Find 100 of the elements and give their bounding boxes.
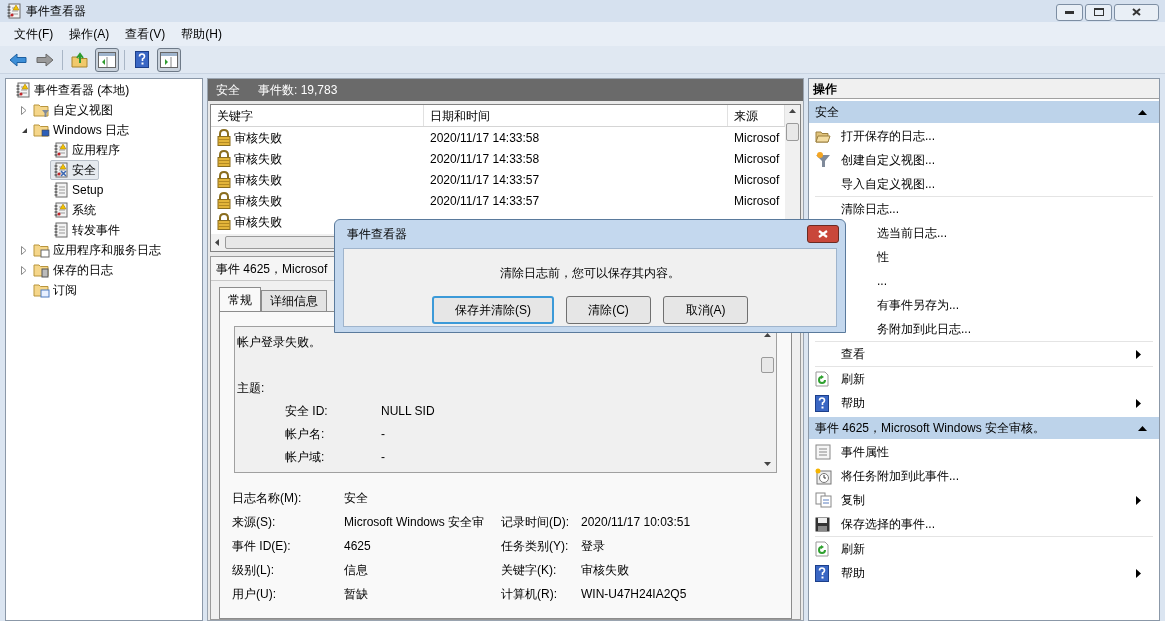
property-value: 审核失败 <box>581 562 629 579</box>
action-item[interactable]: 清除日志... <box>815 197 1153 221</box>
event-description: 帐户登录失败。 <box>237 334 322 351</box>
collapsed-arrow-icon[interactable] <box>21 245 27 255</box>
window-folder-icon <box>33 242 50 258</box>
action-item[interactable]: 复制 <box>815 488 1153 512</box>
action-item[interactable]: 刷新 <box>815 367 1153 391</box>
property-label: 事件 ID(E): <box>232 538 292 555</box>
property-value: WIN-U47H24IA2Q5 <box>581 586 687 603</box>
menu-item[interactable]: 文件(F) <box>6 25 62 43</box>
tab[interactable]: 详细信息 <box>261 290 327 311</box>
submenu-arrow-icon <box>1136 495 1141 505</box>
tree-item[interactable]: 保存的日志 <box>30 260 116 280</box>
collapse-arrow-icon[interactable] <box>1138 425 1147 431</box>
tree-item[interactable]: 应用程序 <box>50 140 123 160</box>
property-label: 用户(U): <box>232 586 277 603</box>
lock-icon <box>217 129 231 146</box>
maximize-icon <box>1093 8 1104 16</box>
tree-item[interactable]: Windows 日志 <box>30 120 132 140</box>
property-label: 日志名称(M): <box>232 490 303 507</box>
property-value: 安全 <box>344 491 368 505</box>
submenu-arrow-icon <box>1136 398 1141 408</box>
date-cell: 2020/11/17 14:33:57 <box>430 193 540 208</box>
event-viewer-icon <box>15 82 31 98</box>
log-name: 安全 <box>216 82 240 99</box>
property-label: 任务类别(Y): <box>501 538 570 555</box>
warning-log-icon <box>53 142 69 158</box>
tree-item[interactable]: Setup <box>50 180 107 200</box>
section-header[interactable]: 事件 4625，Microsoft Windows 安全审核。 <box>809 417 1159 439</box>
back-arrow-icon <box>9 52 27 67</box>
minimize-icon <box>1065 10 1074 14</box>
field-label: 帐户域: <box>285 449 326 466</box>
action-item[interactable]: 查看 <box>815 342 1153 366</box>
expanded-arrow-icon[interactable] <box>20 126 28 134</box>
scrollbar-thumb[interactable] <box>786 123 800 141</box>
action-item[interactable]: 刷新 <box>815 537 1153 561</box>
dialog-button[interactable]: 清除(C) <box>566 296 651 324</box>
collapsed-arrow-icon[interactable] <box>21 265 27 275</box>
column-header[interactable]: 关键字 <box>211 105 424 126</box>
menu-item[interactable]: 查看(V) <box>117 25 174 43</box>
refresh-icon <box>815 371 829 387</box>
submenu-arrow-icon <box>1136 349 1141 359</box>
property-label: 级别(L): <box>232 562 275 579</box>
action-item[interactable]: 帮助 <box>815 561 1153 585</box>
action-item[interactable]: 打开保存的日志... <box>815 124 1153 148</box>
action-item[interactable]: 保存选择的事件... <box>815 512 1153 536</box>
dialog-message: 清除日志前，您可以保存其内容。 <box>500 265 680 282</box>
properties-icon <box>815 444 831 460</box>
tree-item[interactable]: 应用程序和服务日志 <box>30 240 164 260</box>
tab[interactable]: 常规 <box>219 287 261 311</box>
filter-folder-icon <box>33 102 50 118</box>
collapsed-arrow-icon[interactable] <box>21 105 27 115</box>
action-item[interactable]: 帮助 <box>815 391 1153 415</box>
source-cell: Microsof <box>734 130 780 145</box>
lock-icon <box>217 192 231 209</box>
keyword-cell-text: 审核失败 <box>234 192 282 210</box>
forward-arrow-icon <box>36 52 54 67</box>
action-item[interactable]: 事件属性 <box>815 440 1153 464</box>
keyword-cell-text: 审核失败 <box>234 150 282 168</box>
scrollbar-thumb[interactable] <box>761 356 774 373</box>
copy-icon <box>815 492 832 508</box>
dialog-button[interactable]: 取消(A) <box>663 296 748 324</box>
tree-item[interactable]: 订阅 <box>30 280 80 300</box>
minimize-button[interactable] <box>1056 3 1083 21</box>
scroll-up-icon <box>789 109 797 113</box>
menu-item[interactable]: 操作(A) <box>61 25 118 43</box>
close-button[interactable] <box>1114 3 1159 21</box>
action-item[interactable]: 创建自定义视图... <box>815 148 1153 172</box>
maximize-button[interactable] <box>1085 3 1112 21</box>
toolbar-button[interactable] <box>157 47 181 72</box>
property-label: 关键字(K): <box>501 562 558 579</box>
property-label: 记录时间(D): <box>501 514 570 531</box>
section-header[interactable]: 安全 <box>809 101 1159 123</box>
column-header[interactable]: 日期和时间 <box>424 105 728 126</box>
dialog-button[interactable]: 保存并清除(S) <box>432 296 554 324</box>
tree-item[interactable]: 系统 <box>50 200 99 220</box>
window-title: 事件查看器 <box>26 3 86 20</box>
log-icon <box>53 182 69 198</box>
actions-header: 操作 <box>809 79 1159 99</box>
close-button[interactable] <box>807 225 839 243</box>
lock-icon <box>217 171 231 188</box>
security-log-icon <box>53 162 69 178</box>
property-label: 来源(S): <box>232 514 277 531</box>
property-value: Microsoft Windows 安全审 <box>344 515 485 529</box>
tree-item[interactable]: 安全 <box>50 160 99 180</box>
collapse-arrow-icon[interactable] <box>1138 109 1147 115</box>
scroll-down-icon <box>764 462 771 466</box>
open-folder-icon <box>815 129 831 143</box>
clock-task-icon <box>815 467 832 485</box>
action-item[interactable]: 导入自定义视图... <box>815 172 1153 196</box>
menu-item[interactable]: 帮助(H) <box>173 25 230 43</box>
tree-item[interactable]: 事件查看器 (本地) <box>12 80 133 100</box>
property-value: 暂缺 <box>344 587 368 601</box>
action-item[interactable]: 将任务附加到此事件... <box>815 464 1153 488</box>
tree-item[interactable]: 转发事件 <box>50 220 123 240</box>
saved-folder-icon <box>33 262 50 278</box>
property-value: 4625 <box>344 539 371 553</box>
toolbar-button[interactable] <box>95 47 119 72</box>
tree-item[interactable]: 自定义视图 <box>30 100 116 120</box>
close-icon <box>1132 8 1141 16</box>
